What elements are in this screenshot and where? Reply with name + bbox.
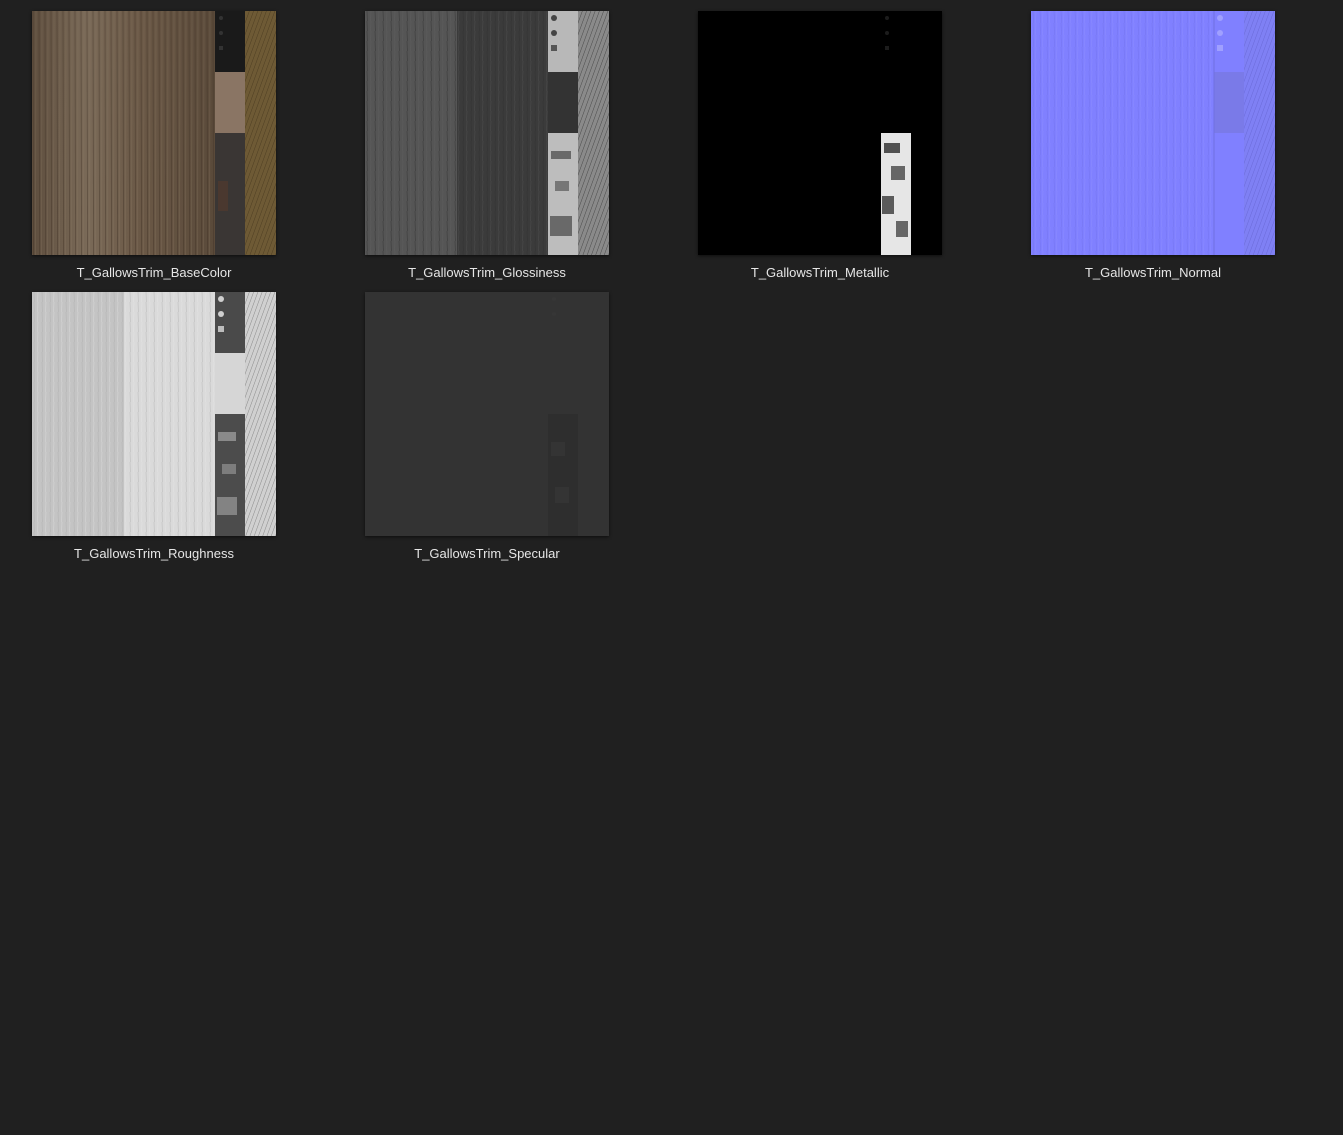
file-item-specular[interactable]: T_GallowsTrim_Specular <box>344 292 644 567</box>
texture-thumbnail-normal[interactable] <box>1031 11 1275 255</box>
file-browser-grid: T_GallowsTrim_BaseColor T_GallowsTrim_Gl… <box>0 0 1343 1135</box>
texture-thumbnail-glossiness[interactable] <box>365 11 609 255</box>
texture-image-normal <box>1031 11 1275 255</box>
file-item-basecolor[interactable]: T_GallowsTrim_BaseColor <box>11 11 311 286</box>
texture-thumbnail-roughness[interactable] <box>32 292 276 536</box>
texture-image-basecolor <box>32 11 276 255</box>
file-item-roughness[interactable]: T_GallowsTrim_Roughness <box>11 292 311 567</box>
file-name-label: T_GallowsTrim_Glossiness <box>408 265 566 280</box>
texture-image-specular <box>365 292 609 536</box>
texture-image-roughness <box>32 292 276 536</box>
file-name-label: T_GallowsTrim_BaseColor <box>76 265 232 280</box>
texture-thumbnail-specular[interactable] <box>365 292 609 536</box>
file-item-normal[interactable]: T_GallowsTrim_Normal <box>1010 11 1310 286</box>
texture-thumbnail-basecolor[interactable] <box>32 11 276 255</box>
file-name-label: T_GallowsTrim_Roughness <box>74 546 234 561</box>
texture-image-glossiness <box>365 11 609 255</box>
file-name-label: T_GallowsTrim_Metallic <box>750 265 890 280</box>
texture-thumbnail-metallic[interactable] <box>698 11 942 255</box>
file-name-label: T_GallowsTrim_Specular <box>414 546 560 561</box>
texture-image-metallic <box>698 11 942 255</box>
file-item-metallic[interactable]: T_GallowsTrim_Metallic <box>677 11 977 286</box>
file-name-label: T_GallowsTrim_Normal <box>1084 265 1222 280</box>
file-item-glossiness[interactable]: T_GallowsTrim_Glossiness <box>344 11 644 286</box>
